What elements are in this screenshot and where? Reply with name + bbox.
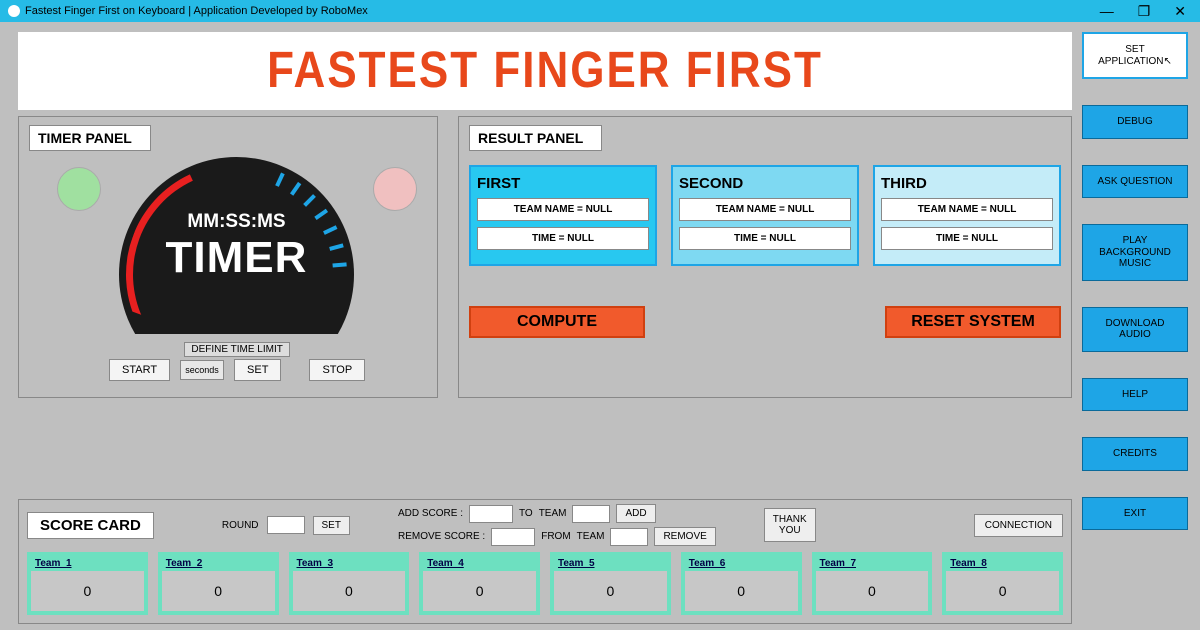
result-card-first: FIRST TEAM NAME = NULL TIME = NULL: [469, 165, 657, 266]
add-score-label: ADD SCORE :: [398, 508, 463, 519]
team-box: Team_60: [681, 552, 802, 615]
team-box: Team_30: [289, 552, 410, 615]
team-score-value: 0: [162, 571, 275, 611]
result-panel: RESULT PANEL FIRST TEAM NAME = NULL TIME…: [458, 116, 1072, 398]
team-box: Team_50: [550, 552, 671, 615]
result-time-field: TIME = NULL: [881, 227, 1053, 250]
result-rank-label: SECOND: [679, 175, 851, 192]
result-team-field: TEAM NAME = NULL: [679, 198, 851, 221]
exit-button[interactable]: EXIT: [1082, 497, 1188, 531]
set-application-button[interactable]: SETAPPLICATION↖: [1082, 32, 1188, 79]
scorecard-title: SCORE CARD: [27, 512, 154, 539]
team-box: Team_80: [942, 552, 1063, 615]
close-button[interactable]: ✕: [1168, 3, 1192, 20]
team-box: Team_70: [812, 552, 933, 615]
define-time-limit-label: DEFINE TIME LIMIT: [184, 342, 290, 357]
play-music-button[interactable]: PLAYBACKGROUNDMUSIC: [1082, 224, 1188, 281]
green-indicator-icon: [57, 167, 101, 211]
result-team-field: TEAM NAME = NULL: [881, 198, 1053, 221]
team-name-label: Team_2: [162, 556, 275, 571]
timer-panel-title: TIMER PANEL: [29, 125, 151, 151]
ask-question-button[interactable]: ASK QUESTION: [1082, 165, 1188, 199]
titlebar: Fastest Finger First on Keyboard | Appli…: [0, 0, 1200, 22]
debug-button[interactable]: DEBUG: [1082, 105, 1188, 139]
help-button[interactable]: HELP: [1082, 378, 1188, 412]
banner-title: FASTEST FINGER FIRST: [267, 42, 823, 100]
download-audio-button[interactable]: DOWNLOADAUDIO: [1082, 307, 1188, 352]
team-name-label: Team_4: [423, 556, 536, 571]
remove-button[interactable]: REMOVE: [654, 527, 715, 546]
team-name-label: Team_1: [31, 556, 144, 571]
pink-indicator-icon: [373, 167, 417, 211]
team-score-value: 0: [31, 571, 144, 611]
team-box: Team_10: [27, 552, 148, 615]
team-name-label: Team_5: [554, 556, 667, 571]
team-name-label: Team_8: [946, 556, 1059, 571]
result-rank-label: FIRST: [477, 175, 649, 192]
team-label: TEAM: [577, 531, 605, 542]
seconds-input[interactable]: seconds: [180, 360, 224, 380]
add-score-input[interactable]: [469, 505, 513, 523]
team-name-label: Team_7: [816, 556, 929, 571]
window-title: Fastest Finger First on Keyboard | Appli…: [25, 5, 368, 17]
set-timer-button[interactable]: SET: [234, 359, 281, 381]
app-icon: [8, 5, 20, 17]
sidebar: SETAPPLICATION↖ DEBUG ASK QUESTION PLAYB…: [1082, 22, 1200, 630]
maximize-button[interactable]: ❐: [1132, 3, 1157, 20]
add-button[interactable]: ADD: [616, 504, 655, 523]
team-score-value: 0: [423, 571, 536, 611]
start-button[interactable]: START: [109, 359, 170, 381]
team-score-value: 0: [816, 571, 929, 611]
team-score-value: 0: [293, 571, 406, 611]
round-label: ROUND: [222, 520, 259, 531]
result-panel-title: RESULT PANEL: [469, 125, 602, 151]
result-time-field: TIME = NULL: [679, 227, 851, 250]
banner: FASTEST FINGER FIRST: [18, 32, 1072, 110]
to-label: TO: [519, 508, 533, 519]
add-team-input[interactable]: [572, 505, 610, 523]
connection-button[interactable]: CONNECTION: [974, 514, 1063, 537]
set-round-button[interactable]: SET: [313, 516, 350, 535]
result-card-second: SECOND TEAM NAME = NULL TIME = NULL: [671, 165, 859, 266]
team-name-label: Team_3: [293, 556, 406, 571]
team-score-value: 0: [685, 571, 798, 611]
scorecard-panel: SCORE CARD ROUND SET ADD SCORE : TO TEAM…: [18, 499, 1072, 624]
timer-panel: TIMER PANEL MM:SS:MS TIMER: [18, 116, 438, 398]
stop-button[interactable]: STOP: [309, 359, 365, 381]
team-name-label: Team_6: [685, 556, 798, 571]
team-box: Team_20: [158, 552, 279, 615]
team-label: TEAM: [539, 508, 567, 519]
credits-button[interactable]: CREDITS: [1082, 437, 1188, 471]
remove-score-input[interactable]: [491, 528, 535, 546]
reset-system-button[interactable]: RESET SYSTEM: [885, 306, 1061, 338]
round-input[interactable]: [267, 516, 305, 534]
result-rank-label: THIRD: [881, 175, 1053, 192]
team-score-value: 0: [946, 571, 1059, 611]
from-label: FROM: [541, 531, 570, 542]
result-time-field: TIME = NULL: [477, 227, 649, 250]
minimize-button[interactable]: —: [1094, 3, 1120, 20]
team-score-value: 0: [554, 571, 667, 611]
result-card-third: THIRD TEAM NAME = NULL TIME = NULL: [873, 165, 1061, 266]
remove-score-label: REMOVE SCORE :: [398, 531, 485, 542]
thank-you-button[interactable]: THANKYOU: [764, 508, 816, 542]
timer-gauge: MM:SS:MS TIMER: [119, 157, 354, 297]
team-box: Team_40: [419, 552, 540, 615]
timer-format-label: MM:SS:MS: [119, 211, 354, 233]
compute-button[interactable]: COMPUTE: [469, 306, 645, 338]
result-team-field: TEAM NAME = NULL: [477, 198, 649, 221]
timer-label: TIMER: [119, 233, 354, 283]
remove-team-input[interactable]: [610, 528, 648, 546]
